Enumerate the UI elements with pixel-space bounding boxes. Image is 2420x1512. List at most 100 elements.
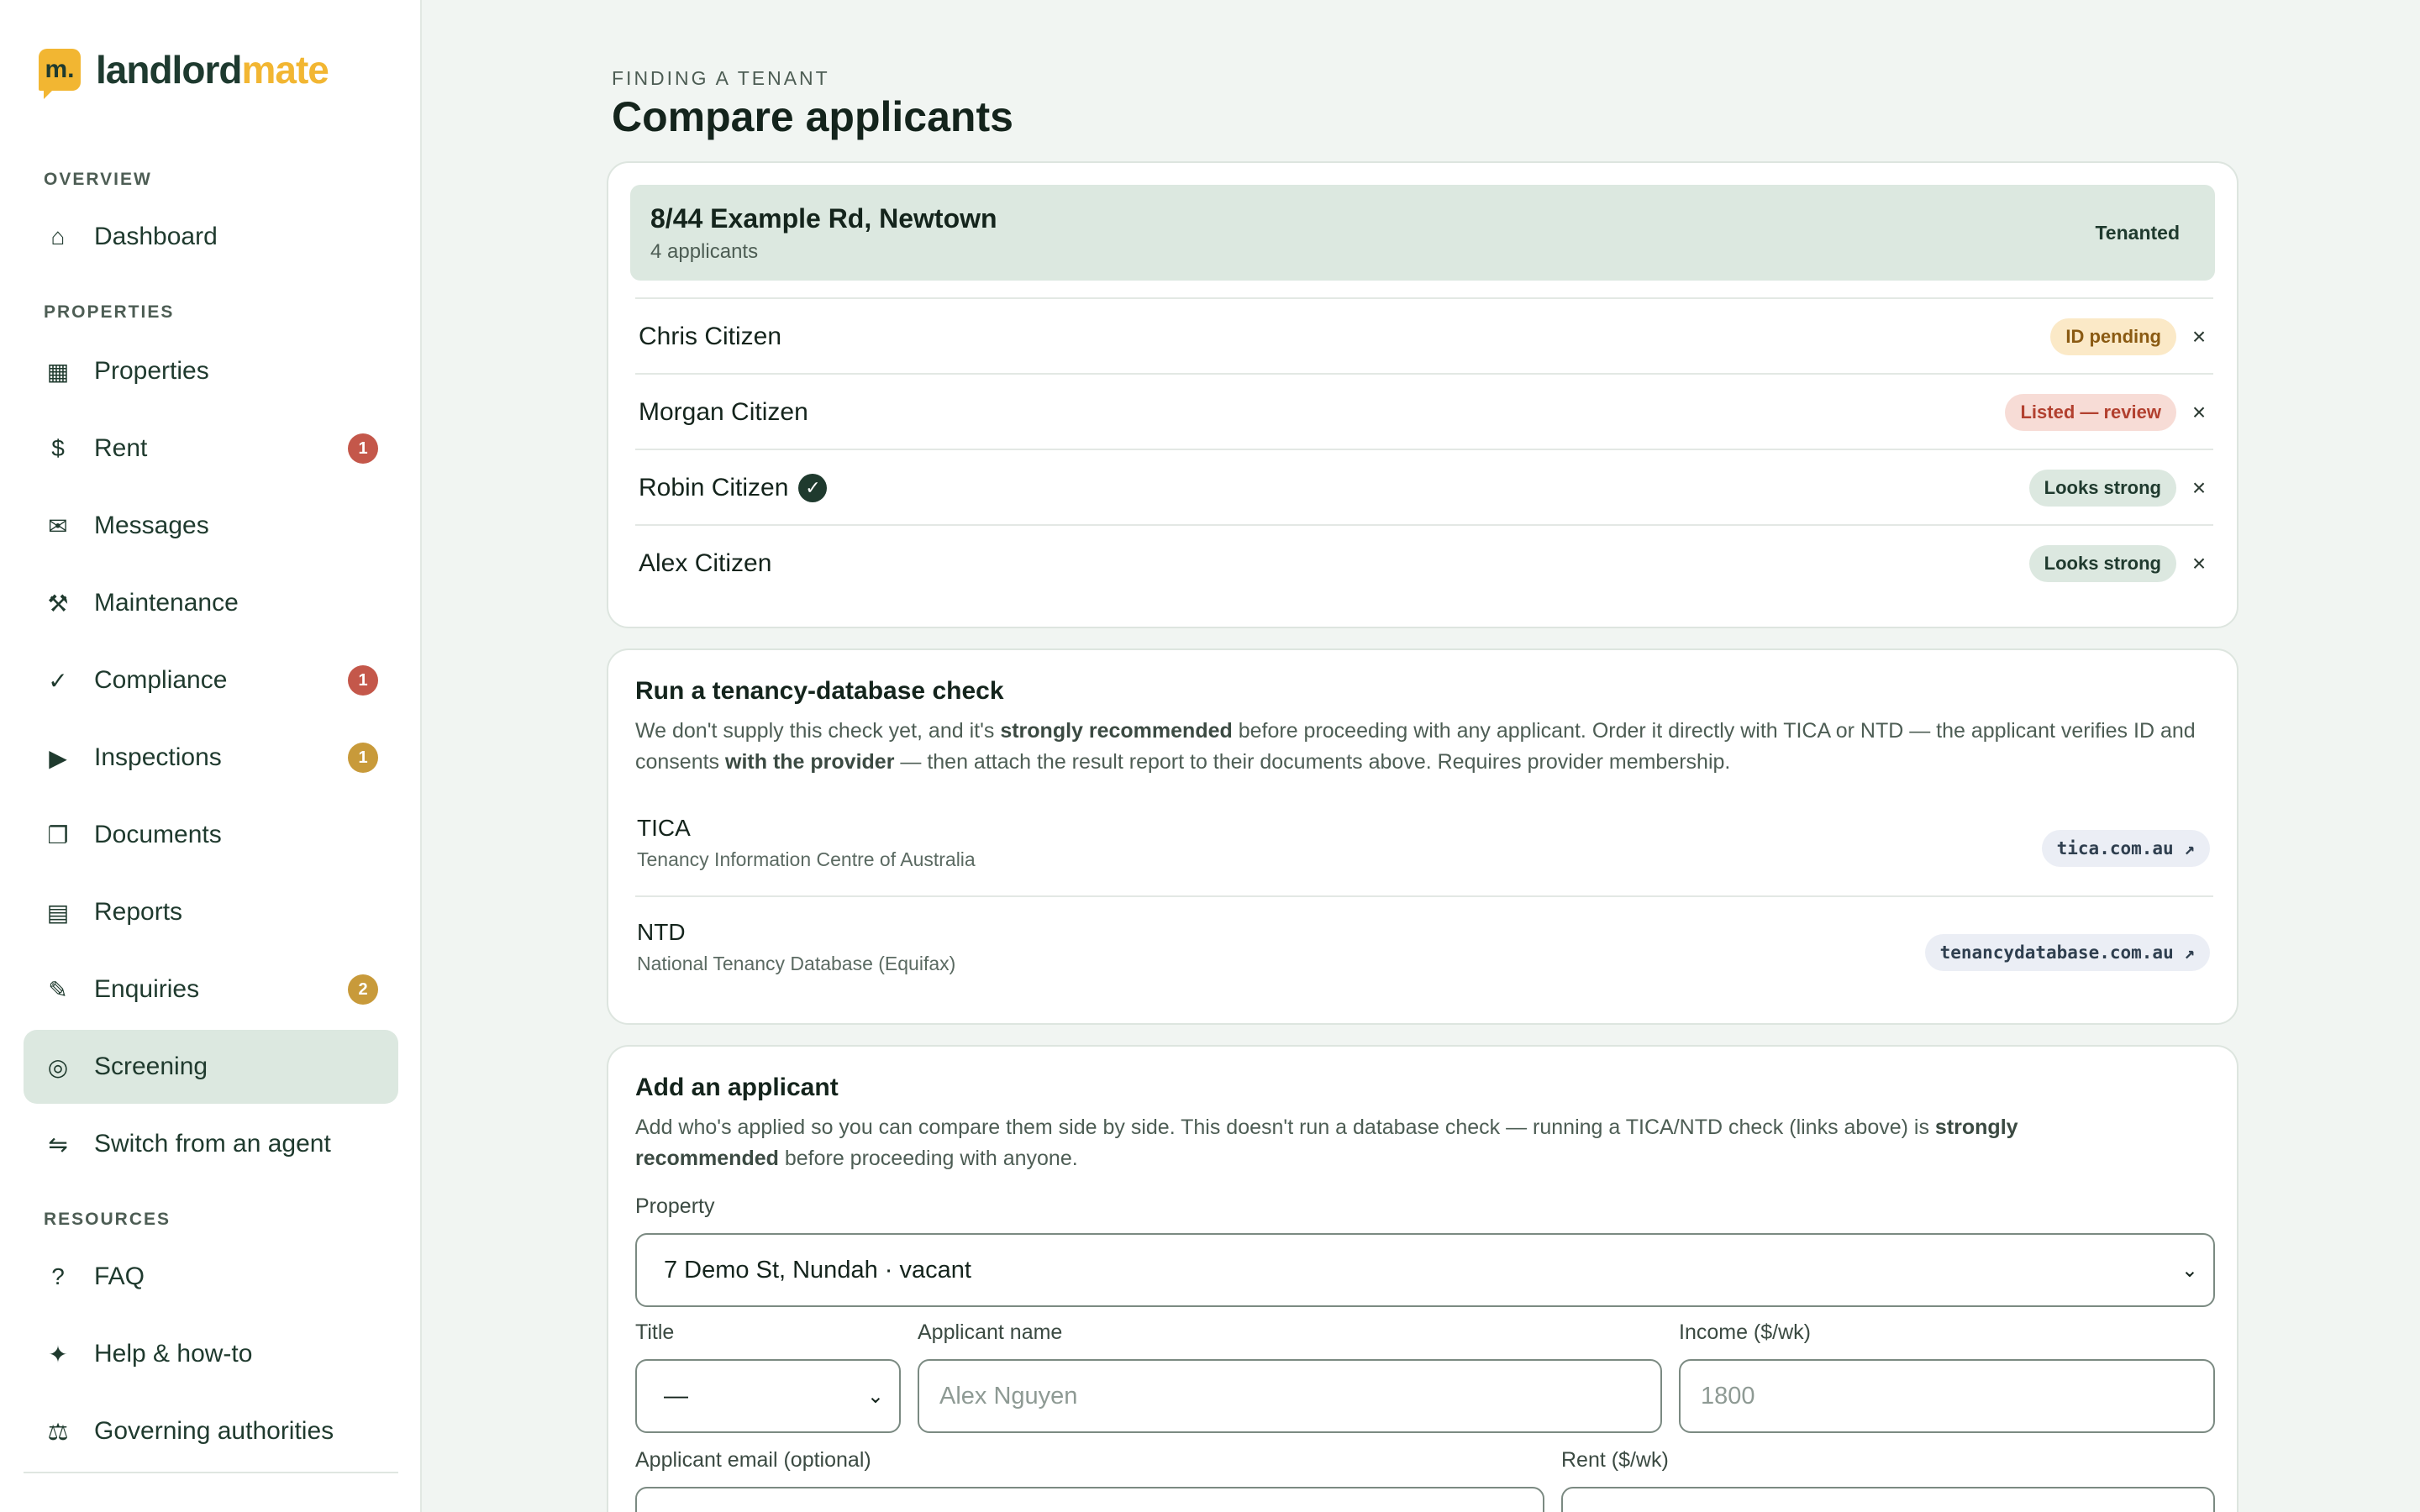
mail-icon: ✉ xyxy=(48,512,68,539)
page-eyebrow: FINDING A TENANT xyxy=(612,67,830,89)
sidebar-item-label: Help & how-to xyxy=(94,1340,253,1368)
applicant-name: Morgan Citizen xyxy=(639,398,808,426)
applicant-name-wrap: Robin Citizen ✓ xyxy=(639,450,828,526)
status-badge: Looks strong xyxy=(2028,545,2176,582)
sidebar-item-label: Maintenance xyxy=(94,589,239,617)
sidebar-item-label: Documents xyxy=(94,821,222,848)
provider-full-name: National Tenancy Database (Equifax) xyxy=(637,953,956,974)
home-icon: ⌂ xyxy=(50,223,66,249)
verified-check-icon: ✓ xyxy=(798,474,828,502)
table-row[interactable]: Morgan Citizen Listed — review × xyxy=(635,373,2213,449)
sidebar-item-properties[interactable]: ▦ Properties xyxy=(24,334,398,408)
tools-icon: ⚒ xyxy=(47,590,69,617)
brand-name: landlordmate xyxy=(96,48,329,92)
brand-logo[interactable]: m. landlordmate xyxy=(39,47,329,99)
report-icon: ▤ xyxy=(46,899,70,926)
table-row[interactable]: Alex Citizen Looks strong × xyxy=(635,524,2213,600)
sidebar-item-switch-agent[interactable]: ⇋ Switch from an agent xyxy=(24,1107,398,1181)
database-check-card: Run a tenancy-database check We don't su… xyxy=(607,648,2238,1025)
question-icon: ? xyxy=(51,1263,65,1289)
sidebar-item-label: Enquiries xyxy=(94,975,200,1003)
sidebar-item-label: Switch from an agent xyxy=(94,1130,331,1158)
sidebar-item-compliance[interactable]: ✓ Compliance 1 xyxy=(24,643,398,717)
chevron-down-icon: ⌄ xyxy=(866,1385,884,1408)
count-badge: 1 xyxy=(348,433,378,464)
sidebar-item-messages[interactable]: ✉ Messages xyxy=(24,489,398,563)
close-icon[interactable]: × xyxy=(2186,318,2212,355)
sidebar-item-faq[interactable]: ? FAQ xyxy=(24,1240,398,1314)
sidebar-item-label: Screening xyxy=(94,1053,208,1080)
checkmark-icon: ✓ xyxy=(48,667,68,694)
sidebar-divider xyxy=(24,1472,398,1473)
provider-ntd: NTD National Tenancy Database (Equifax) … xyxy=(637,919,2213,1020)
swap-icon: ⇋ xyxy=(48,1131,68,1158)
applicant-email-input[interactable] xyxy=(635,1487,1544,1512)
close-icon[interactable]: × xyxy=(2186,470,2212,507)
nav-section-properties: PROPERTIES xyxy=(44,302,175,322)
count-badge: 2 xyxy=(348,974,378,1005)
scales-icon: ⚖ xyxy=(47,1418,69,1445)
tica-link[interactable]: tica.com.au ↗ xyxy=(2041,830,2210,867)
close-icon[interactable]: × xyxy=(2186,545,2212,582)
status-badge: Looks strong xyxy=(2028,470,2176,507)
rent-input[interactable] xyxy=(1561,1487,2215,1512)
rent-label: Rent ($/wk) xyxy=(1561,1448,1669,1472)
property-title: 8/44 Example Rd, Newtown xyxy=(650,203,997,234)
property-select-value: 7 Demo St, Nundah · vacant xyxy=(664,1256,971,1284)
title-select-value: — xyxy=(664,1382,688,1410)
applicant-name: Chris Citizen xyxy=(639,323,782,350)
sidebar-item-label: Inspections xyxy=(94,743,222,771)
sidebar-item-rent[interactable]: $ Rent 1 xyxy=(24,412,398,486)
sidebar-item-label: Messages xyxy=(94,512,209,539)
document-icon: ❐ xyxy=(47,822,69,848)
income-placeholder: 1800 xyxy=(1701,1382,1755,1410)
sidebar-item-label: Compliance xyxy=(94,666,228,694)
property-label: Property xyxy=(635,1194,715,1218)
sidebar-item-help[interactable]: ✦ Help & how-to xyxy=(24,1317,398,1391)
building-icon: ▦ xyxy=(46,358,70,385)
nav-section-overview: OVERVIEW xyxy=(44,170,152,189)
sidebar-item-governing-authorities[interactable]: ⚖ Governing authorities xyxy=(24,1394,398,1468)
name-label: Applicant name xyxy=(918,1320,1063,1344)
target-icon: ◎ xyxy=(47,1053,69,1080)
table-row[interactable]: Robin Citizen ✓ Looks strong × xyxy=(635,449,2213,524)
sidebar-item-label: Properties xyxy=(94,357,209,385)
logo-mark-icon: m. xyxy=(39,49,81,99)
sidebar-item-label: FAQ xyxy=(94,1263,145,1290)
sparkle-icon: ✦ xyxy=(48,1341,68,1368)
status-badge: ID pending xyxy=(2050,318,2176,355)
applicant-name-input[interactable]: Alex Nguyen xyxy=(918,1359,1662,1433)
sidebar-item-label: Governing authorities xyxy=(94,1417,334,1445)
sidebar-item-documents[interactable]: ❐ Documents xyxy=(24,798,398,872)
property-select[interactable]: 7 Demo St, Nundah · vacant ⌄ xyxy=(635,1233,2215,1307)
income-input[interactable]: 1800 xyxy=(1679,1359,2215,1433)
add-applicant-description: Add who's applied so you can compare the… xyxy=(635,1116,2018,1170)
property-header[interactable]: 8/44 Example Rd, Newtown 4 applicants Te… xyxy=(630,185,2215,281)
table-row[interactable]: Chris Citizen ID pending × xyxy=(635,297,2213,373)
sidebar-item-dashboard[interactable]: ⌂ Dashboard xyxy=(24,200,398,274)
applicant-name: Robin Citizen xyxy=(639,474,789,501)
divider xyxy=(635,895,2213,897)
sidebar-item-reports[interactable]: ▤ Reports xyxy=(24,875,398,949)
play-icon: ▶ xyxy=(49,744,67,771)
sidebar-item-enquiries[interactable]: ✎ Enquiries 2 xyxy=(24,953,398,1026)
nav-section-resources: RESOURCES xyxy=(44,1210,171,1229)
sidebar-item-inspections[interactable]: ▶ Inspections 1 xyxy=(24,721,398,795)
add-applicant-card: Add an applicant Add who's applied so yo… xyxy=(607,1045,2238,1512)
ntd-link[interactable]: tenancydatabase.com.au ↗ xyxy=(1924,934,2210,971)
close-icon[interactable]: × xyxy=(2186,394,2212,431)
property-status: Tenanted xyxy=(2095,222,2180,244)
db-check-title: Run a tenancy-database check xyxy=(635,677,1004,705)
status-badge: Listed — review xyxy=(2005,394,2176,431)
title-label: Title xyxy=(635,1320,675,1344)
sidebar-item-maintenance[interactable]: ⚒ Maintenance xyxy=(24,566,398,640)
sidebar-item-screening[interactable]: ◎ Screening xyxy=(24,1030,398,1104)
title-select[interactable]: — ⌄ xyxy=(635,1359,901,1433)
name-placeholder: Alex Nguyen xyxy=(939,1382,1078,1410)
provider-name: TICA xyxy=(637,815,691,841)
provider-name: NTD xyxy=(637,919,686,945)
page-title: Compare applicants xyxy=(612,93,1013,140)
email-label: Applicant email (optional) xyxy=(635,1448,871,1472)
provider-tica: TICA Tenancy Information Centre of Austr… xyxy=(637,815,2213,916)
applicant-name: Alex Citizen xyxy=(639,549,772,577)
